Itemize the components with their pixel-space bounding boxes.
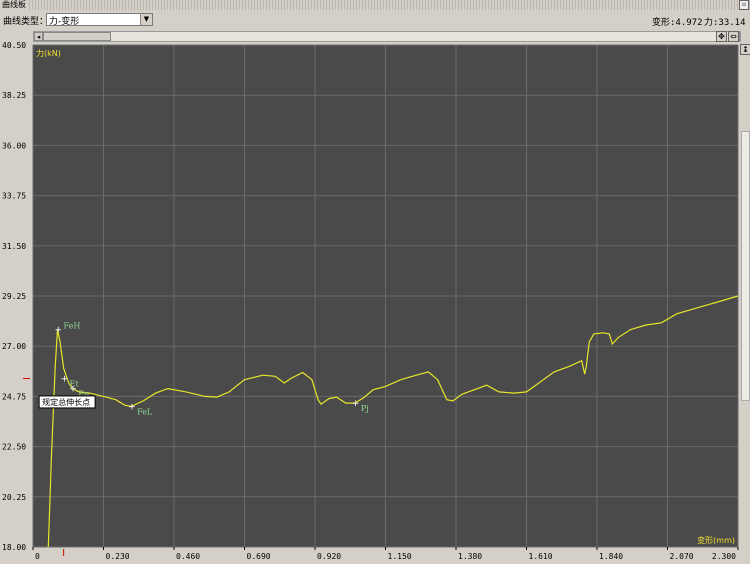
x-tick-label: 2.070 <box>670 552 694 561</box>
annotation-label: Pj <box>361 404 369 413</box>
annotation-label: FeH <box>64 321 81 330</box>
y-tick-label: 24.75 <box>2 392 26 401</box>
tooltip: 规定总伸长点 <box>38 395 96 409</box>
y-tick-label: 27.00 <box>2 342 26 351</box>
force-deformation-chart: 18.00 20.25 22.50 24.75 27.00 29.25 31.50 33.75… <box>2 41 739 561</box>
x-tick-label: 2.300 <box>712 552 736 561</box>
y-tick-label: 20.25 <box>2 493 26 502</box>
y-tick-label: 38.25 <box>2 91 26 100</box>
annotation-cross: + <box>69 385 77 395</box>
annotation-label: FeL <box>137 407 153 416</box>
y-tick-label: 29.25 <box>2 292 26 301</box>
y-tick-label: 22.50 <box>2 443 26 452</box>
x-tick-label: 0 <box>35 552 40 561</box>
y-axis-label: 力(kN) <box>36 48 61 58</box>
y-tick-label: 36.00 <box>2 141 26 150</box>
y-tick-label: 18.00 <box>2 543 26 552</box>
x-tick-label: 1.150 <box>388 552 412 561</box>
y-tick-label: 40.50 <box>2 41 26 50</box>
x-tick-label: 0.460 <box>176 552 200 561</box>
x-tick-label: 0.690 <box>247 552 271 561</box>
x-tick-label: 1.610 <box>529 552 553 561</box>
annotation-cross: + <box>61 375 69 385</box>
x-axis-ticks: 0 0.230 0.460 0.690 0.920 1.150 1.380 1.610 1.84… <box>32 547 739 561</box>
annotation-cross: + <box>128 402 136 412</box>
x-tick-label: 1.380 <box>458 552 482 561</box>
tooltip-text: 规定总伸长点 <box>42 397 90 407</box>
x-tick-label: 0.230 <box>106 552 130 561</box>
y-tick-label: 31.50 <box>2 242 26 251</box>
y-axis-ticks: 18.00 20.25 22.50 24.75 27.00 29.25 31.50 33.75… <box>2 41 26 552</box>
annotation-cross: + <box>352 399 360 409</box>
x-tick-label: 0.920 <box>317 552 341 561</box>
annotation-cross: + <box>55 325 63 335</box>
x-axis-label: 变形(mm) <box>697 535 735 545</box>
x-tick-label: 1.840 <box>599 552 623 561</box>
y-tick-label: 33.75 <box>2 192 26 201</box>
